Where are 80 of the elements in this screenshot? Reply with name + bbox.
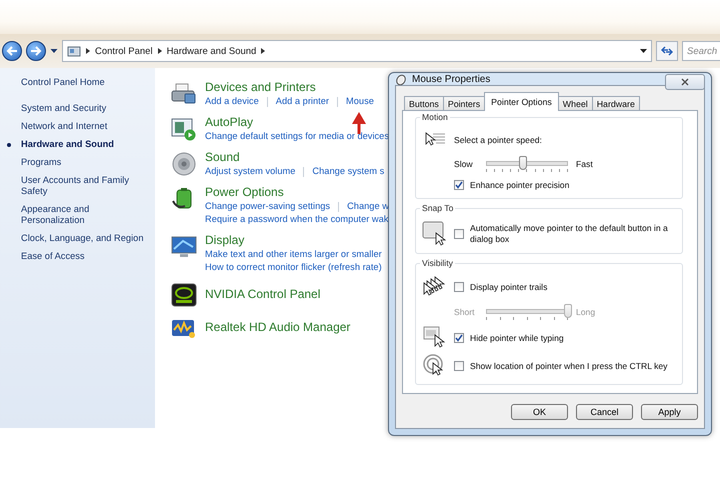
autoplay-icon [171, 117, 197, 141]
dialog-button[interactable]: OK [511, 404, 568, 420]
control-panel-icon [67, 45, 81, 57]
monitor-icon [171, 235, 197, 259]
category-link[interactable]: Change default settings for media or devices [205, 130, 389, 143]
pointer-trails-icon [422, 276, 448, 298]
category-title[interactable]: NVIDIA Control Panel [205, 287, 320, 302]
caret-icon[interactable] [640, 49, 647, 53]
breadcrumb[interactable]: Control Panel [95, 46, 153, 56]
category-title[interactable]: Sound [205, 150, 384, 165]
arrow-annotation [352, 112, 366, 134]
checkbox[interactable] [454, 333, 464, 343]
sidebar-item[interactable]: Clock, Language, and Region [0, 233, 155, 244]
checkbox[interactable] [454, 180, 464, 190]
caret-icon[interactable] [50, 49, 58, 53]
speaker-icon [171, 152, 197, 176]
close-button[interactable] [665, 74, 705, 90]
hide-pointer-icon [422, 326, 448, 350]
sidebar-item[interactable]: Control Panel Home [0, 77, 155, 88]
sidebar-item[interactable]: Ease of Access [0, 251, 155, 262]
category-link[interactable]: Require a password when the computer wak [205, 213, 388, 226]
tab[interactable]: Hardware [592, 96, 640, 111]
sidebar-item[interactable]: User Accounts and Family Safety [0, 175, 155, 197]
group-title: Snap To [420, 203, 456, 213]
slider-max-label: Fast [576, 159, 594, 169]
category-link[interactable]: Make text and other items larger or smaller [205, 248, 382, 261]
chevron-icon [261, 48, 266, 54]
checkbox-label[interactable]: Automatically move pointer to the default button in a dialog box [470, 223, 670, 245]
category-title[interactable]: AutoPlay [205, 115, 389, 130]
sidebar-item[interactable]: Programs [0, 157, 155, 168]
address-field[interactable]: Control Panel Hardware and Sound [62, 40, 652, 62]
slider-min-label: Short [454, 307, 476, 317]
checkbox[interactable] [454, 282, 464, 292]
dialog-title: Mouse Properties [412, 74, 490, 84]
checkbox-label[interactable]: Show location of pointer when I press the CTRL key [470, 360, 668, 372]
category-link[interactable]: Mouse [346, 95, 374, 108]
search-field[interactable]: Search [682, 41, 720, 61]
back-arrow-icon [6, 46, 18, 56]
dialog-button[interactable]: Apply [641, 404, 698, 420]
group-title: Visibility [420, 258, 455, 268]
forward-button[interactable] [26, 41, 46, 61]
slider-min-label: Slow [454, 159, 474, 169]
category-link[interactable]: How to correct monitor flicker (refresh rate) [205, 261, 382, 274]
checkbox-label[interactable]: Enhance pointer precision [470, 180, 570, 190]
category-link[interactable]: Add a printer [276, 95, 329, 108]
category-link[interactable]: Change system s [312, 165, 384, 178]
forward-arrow-icon [30, 46, 42, 56]
back-button[interactable] [2, 41, 22, 61]
breadcrumb[interactable]: Hardware and Sound [166, 46, 256, 56]
refresh-icon [661, 46, 673, 56]
sidebar-item[interactable]: Hardware and Sound [0, 139, 155, 150]
category-title[interactable]: Realtek HD Audio Manager [205, 320, 350, 335]
close-icon [681, 78, 689, 86]
category-link[interactable]: Change power-saving settings [205, 200, 330, 213]
snap-button-icon [422, 221, 448, 247]
checkbox[interactable] [454, 229, 464, 239]
category-link[interactable]: Add a device [205, 95, 259, 108]
printer-icon [171, 82, 197, 106]
sidebar-item[interactable]: Appearance and Personalization [0, 204, 155, 226]
category-title[interactable]: Display [205, 233, 382, 248]
checkbox-label[interactable]: Hide pointer while typing [470, 332, 564, 344]
dialog-button[interactable]: Cancel [576, 404, 633, 420]
chevron-icon [158, 48, 162, 54]
category-link[interactable]: Adjust system volume [205, 165, 296, 178]
sidebar-item[interactable]: System and Security [0, 103, 155, 114]
tab[interactable]: Pointer Options [484, 92, 559, 111]
slider-max-label: Long [576, 307, 596, 317]
graphics-card-icon [171, 283, 197, 307]
checkbox[interactable] [454, 361, 464, 371]
slider[interactable] [486, 154, 568, 174]
refresh-button[interactable] [656, 41, 678, 61]
category-title[interactable]: Devices and Printers [205, 80, 374, 95]
tab[interactable]: Buttons [404, 96, 444, 111]
sidebar-item[interactable]: Network and Internet [0, 121, 155, 132]
slider-thumb[interactable] [518, 156, 527, 170]
checkbox-label[interactable]: Display pointer trails [470, 282, 548, 292]
category-title[interactable]: Power Options [205, 185, 389, 200]
chevron-icon [86, 48, 90, 54]
speed-label: Select a pointer speed: [454, 134, 542, 146]
group-title: Motion [420, 112, 450, 122]
